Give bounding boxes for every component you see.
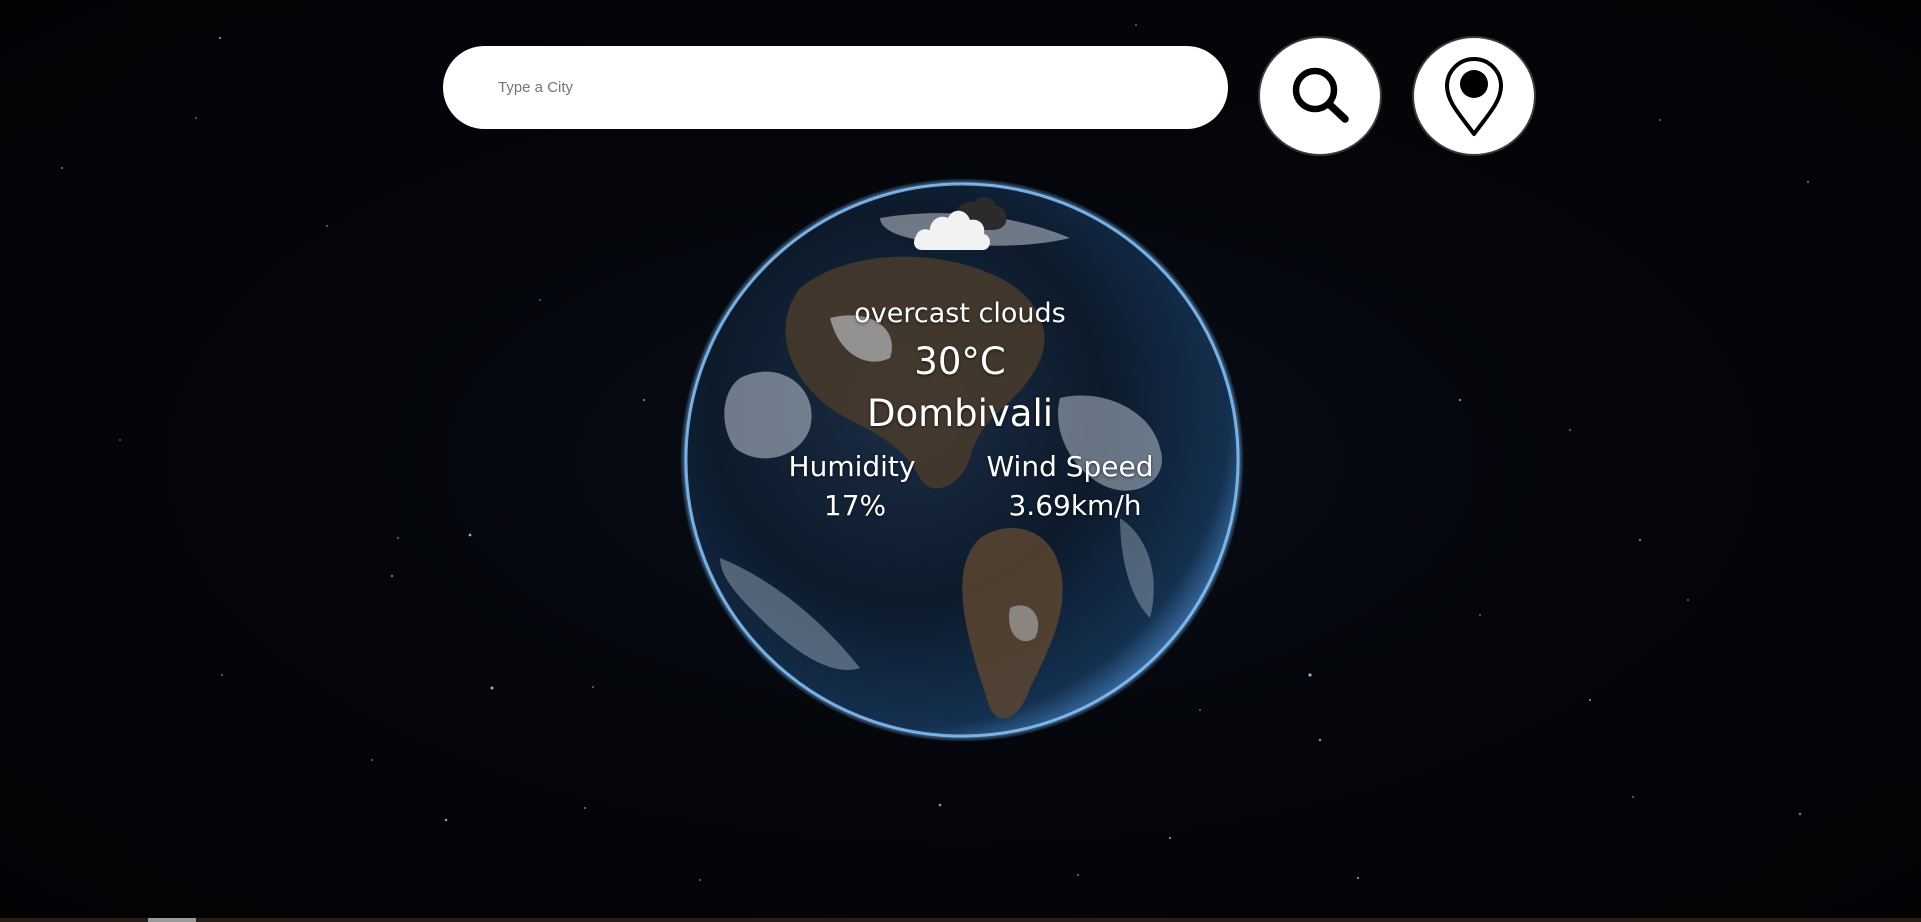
humidity-label: Humidity xyxy=(788,450,916,483)
weather-app: overcast clouds 30°C Dombivali Humidity … xyxy=(0,0,1921,922)
scrollbar-thumb[interactable] xyxy=(148,918,196,922)
weather-description: overcast clouds xyxy=(854,298,1066,329)
search-button[interactable] xyxy=(1260,38,1380,154)
wind-speed-value: 3.69km/h xyxy=(1008,489,1142,522)
location-pin-icon xyxy=(1445,57,1503,136)
search-bar xyxy=(443,46,1228,129)
current-location-button[interactable] xyxy=(1414,38,1534,154)
city-name: Dombivali xyxy=(866,392,1054,435)
city-search-input[interactable] xyxy=(498,46,1198,129)
horizontal-scrollbar[interactable] xyxy=(0,918,1921,922)
overcast-cloud-icon xyxy=(914,197,1007,250)
search-icon xyxy=(1292,67,1349,123)
humidity-value: 17% xyxy=(823,489,887,522)
wind-speed-label: Wind Speed xyxy=(986,450,1154,483)
temperature: 30°C xyxy=(914,340,1006,383)
